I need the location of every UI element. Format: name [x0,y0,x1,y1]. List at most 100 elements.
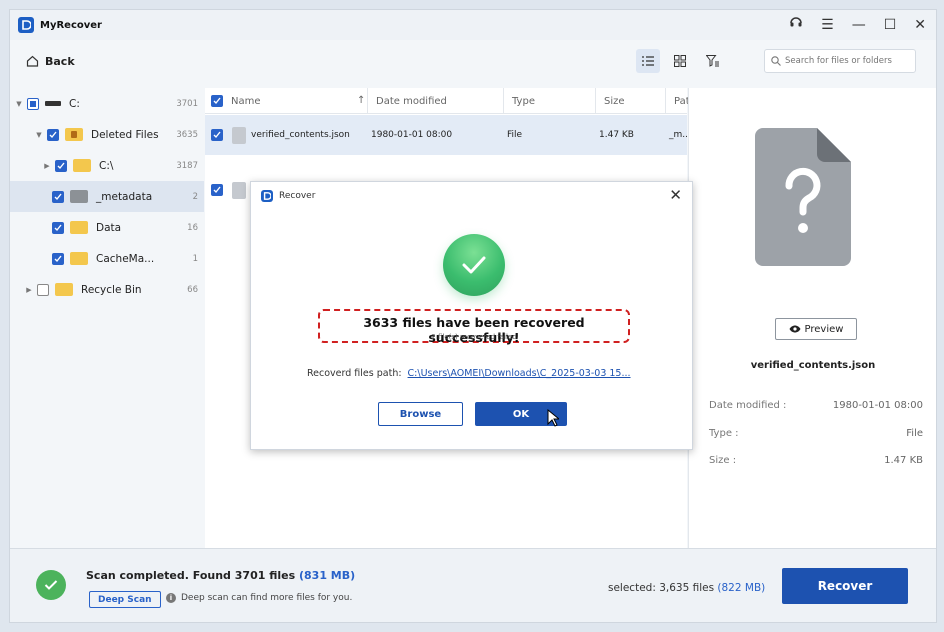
app-title: MyRecover [40,19,102,31]
tree-count: 3635 [176,129,198,140]
row-size: 1.47 KB [599,130,634,140]
deep-scan-button[interactable]: Deep Scan [89,591,161,608]
tree-count: 2 [192,191,198,202]
browse-button[interactable]: Browse [378,402,463,426]
path-link[interactable]: C:\Users\AOMEI\Downloads\C_2025-03-03 15… [408,368,631,379]
folder-icon [70,190,88,203]
dialog-title: Recover [279,191,316,201]
preview-button[interactable]: Preview [775,318,857,340]
success-highlight-box: 3633 files have been recovered successfu… [318,309,630,345]
tree-label: Deleted Files [91,128,159,141]
eye-icon [789,325,801,333]
expand-arrow-icon[interactable]: ▼ [34,131,44,139]
recover-button[interactable]: Recover [782,568,908,604]
expand-arrow-icon[interactable]: ▼ [14,100,24,108]
tree-count: 66 [187,284,198,295]
deep-scan-tip: i Deep scan can find more files for you. [166,593,352,603]
dialog-close-icon[interactable]: ✕ [669,186,682,204]
headset-icon[interactable] [789,10,803,40]
expand-arrow-icon[interactable]: ▶ [42,162,52,170]
tree-item-c-drive[interactable]: ▼ C: 3701 [10,88,204,119]
success-check-icon [443,234,505,296]
unknown-file-icon [232,126,246,144]
selected-count: selected: 3,635 files [608,582,715,594]
selected-size: (822 MB) [717,582,766,594]
folder-icon [73,159,91,172]
filter-button[interactable] [700,49,724,73]
back-label: Back [45,54,75,68]
row-checkbox[interactable] [211,184,223,196]
tree-item-cachema[interactable]: CacheMa... 1 [10,243,204,274]
folder-icon [70,221,88,234]
tree-checkbox[interactable] [55,159,67,172]
unknown-file-large-icon [755,128,851,266]
table-row[interactable]: verified_contents.json 1980-01-01 08:00 … [205,115,691,155]
row-checkbox[interactable] [211,129,223,141]
tree-checkbox[interactable] [47,128,59,141]
tree-label: Data [96,221,122,234]
tree-label: C:\ [99,159,114,172]
tree-count: 3187 [176,160,198,171]
folder-tree: ▼ C: 3701 ▼ Deleted Files 3635 ▶ C:\ 318… [10,88,204,548]
row-type: File [507,130,523,140]
tree-checkbox[interactable] [37,283,49,296]
detail-type-label: Type : [709,428,739,439]
back-button[interactable]: Back [26,55,75,68]
window-controls: ☰ — ☐ ✕ [789,10,926,40]
tree-count: 1 [192,253,198,264]
tree-item-deleted-files[interactable]: ▼ Deleted Files 3635 [10,119,204,150]
detail-date-row: Date modified : 1980-01-01 08:00 [709,400,923,411]
dialog-title-bar: Recover [261,190,315,202]
deep-scan-tip-text: Deep scan can find more files for you. [181,593,353,603]
detail-size-label: Size : [709,455,737,466]
app-logo-icon [18,17,34,33]
grid-view-button[interactable] [668,49,692,73]
tree-item-recycle-bin[interactable]: ▶ Recycle Bin 66 [10,274,204,305]
detail-file-name: verified_contents.json [750,360,876,371]
col-name[interactable]: Name [231,96,261,107]
list-view-button[interactable] [636,49,660,73]
tree-checkbox[interactable] [27,97,39,110]
list-icon [642,56,654,66]
fail-message: 2 file(s) recovered failed [431,333,517,341]
col-size[interactable]: Size [595,88,625,114]
minimize-icon[interactable]: — [852,10,866,40]
menu-icon[interactable]: ☰ [821,10,834,40]
tree-label: _metadata [96,190,153,203]
close-icon[interactable]: ✕ [914,10,926,40]
tree-item-data[interactable]: Data 16 [10,212,204,243]
search-icon [771,56,781,66]
tree-checkbox[interactable] [52,221,64,234]
select-all-checkbox[interactable] [211,95,223,107]
recover-dialog: Recover ✕ 3633 files have been recovered… [250,181,693,450]
tree-count: 16 [187,222,198,233]
search-input[interactable] [785,56,913,66]
maximize-icon[interactable]: ☐ [884,10,897,40]
file-list-header: Name ↑ Date modified Type Size Path [205,88,696,114]
tree-item-c-root[interactable]: ▶ C:\ 3187 [10,150,204,181]
info-icon: i [166,593,176,603]
col-type[interactable]: Type [503,88,535,114]
grid-icon [674,55,686,67]
tree-checkbox[interactable] [52,190,64,203]
search-box[interactable] [764,49,916,73]
detail-panel: Preview verified_contents.json Date modi… [688,88,936,548]
tree-label: C: [69,97,80,110]
scan-result: Scan completed. Found 3701 files (831 MB… [86,569,355,582]
title-bar: MyRecover ☰ — ☐ ✕ [10,10,936,40]
tree-item-metadata[interactable]: _metadata 2 [10,181,204,212]
toolbar: Back [10,40,936,82]
detail-date-label: Date modified : [709,400,787,411]
recovered-path-line: Recoverd files path: C:\Users\AOMEI\Down… [307,368,631,379]
scan-result-text: Scan completed. Found 3701 files [86,569,296,582]
detail-size-row: Size : 1.47 KB [709,455,923,466]
tree-checkbox[interactable] [52,252,64,265]
sort-arrow-icon[interactable]: ↑ [357,95,365,106]
home-icon [26,55,39,67]
view-buttons [636,49,724,73]
drive-icon [45,101,61,106]
expand-arrow-icon[interactable]: ▶ [24,286,34,294]
tree-label: CacheMa... [96,252,155,265]
row-name: verified_contents.json [251,130,350,140]
col-date[interactable]: Date modified [367,88,447,114]
